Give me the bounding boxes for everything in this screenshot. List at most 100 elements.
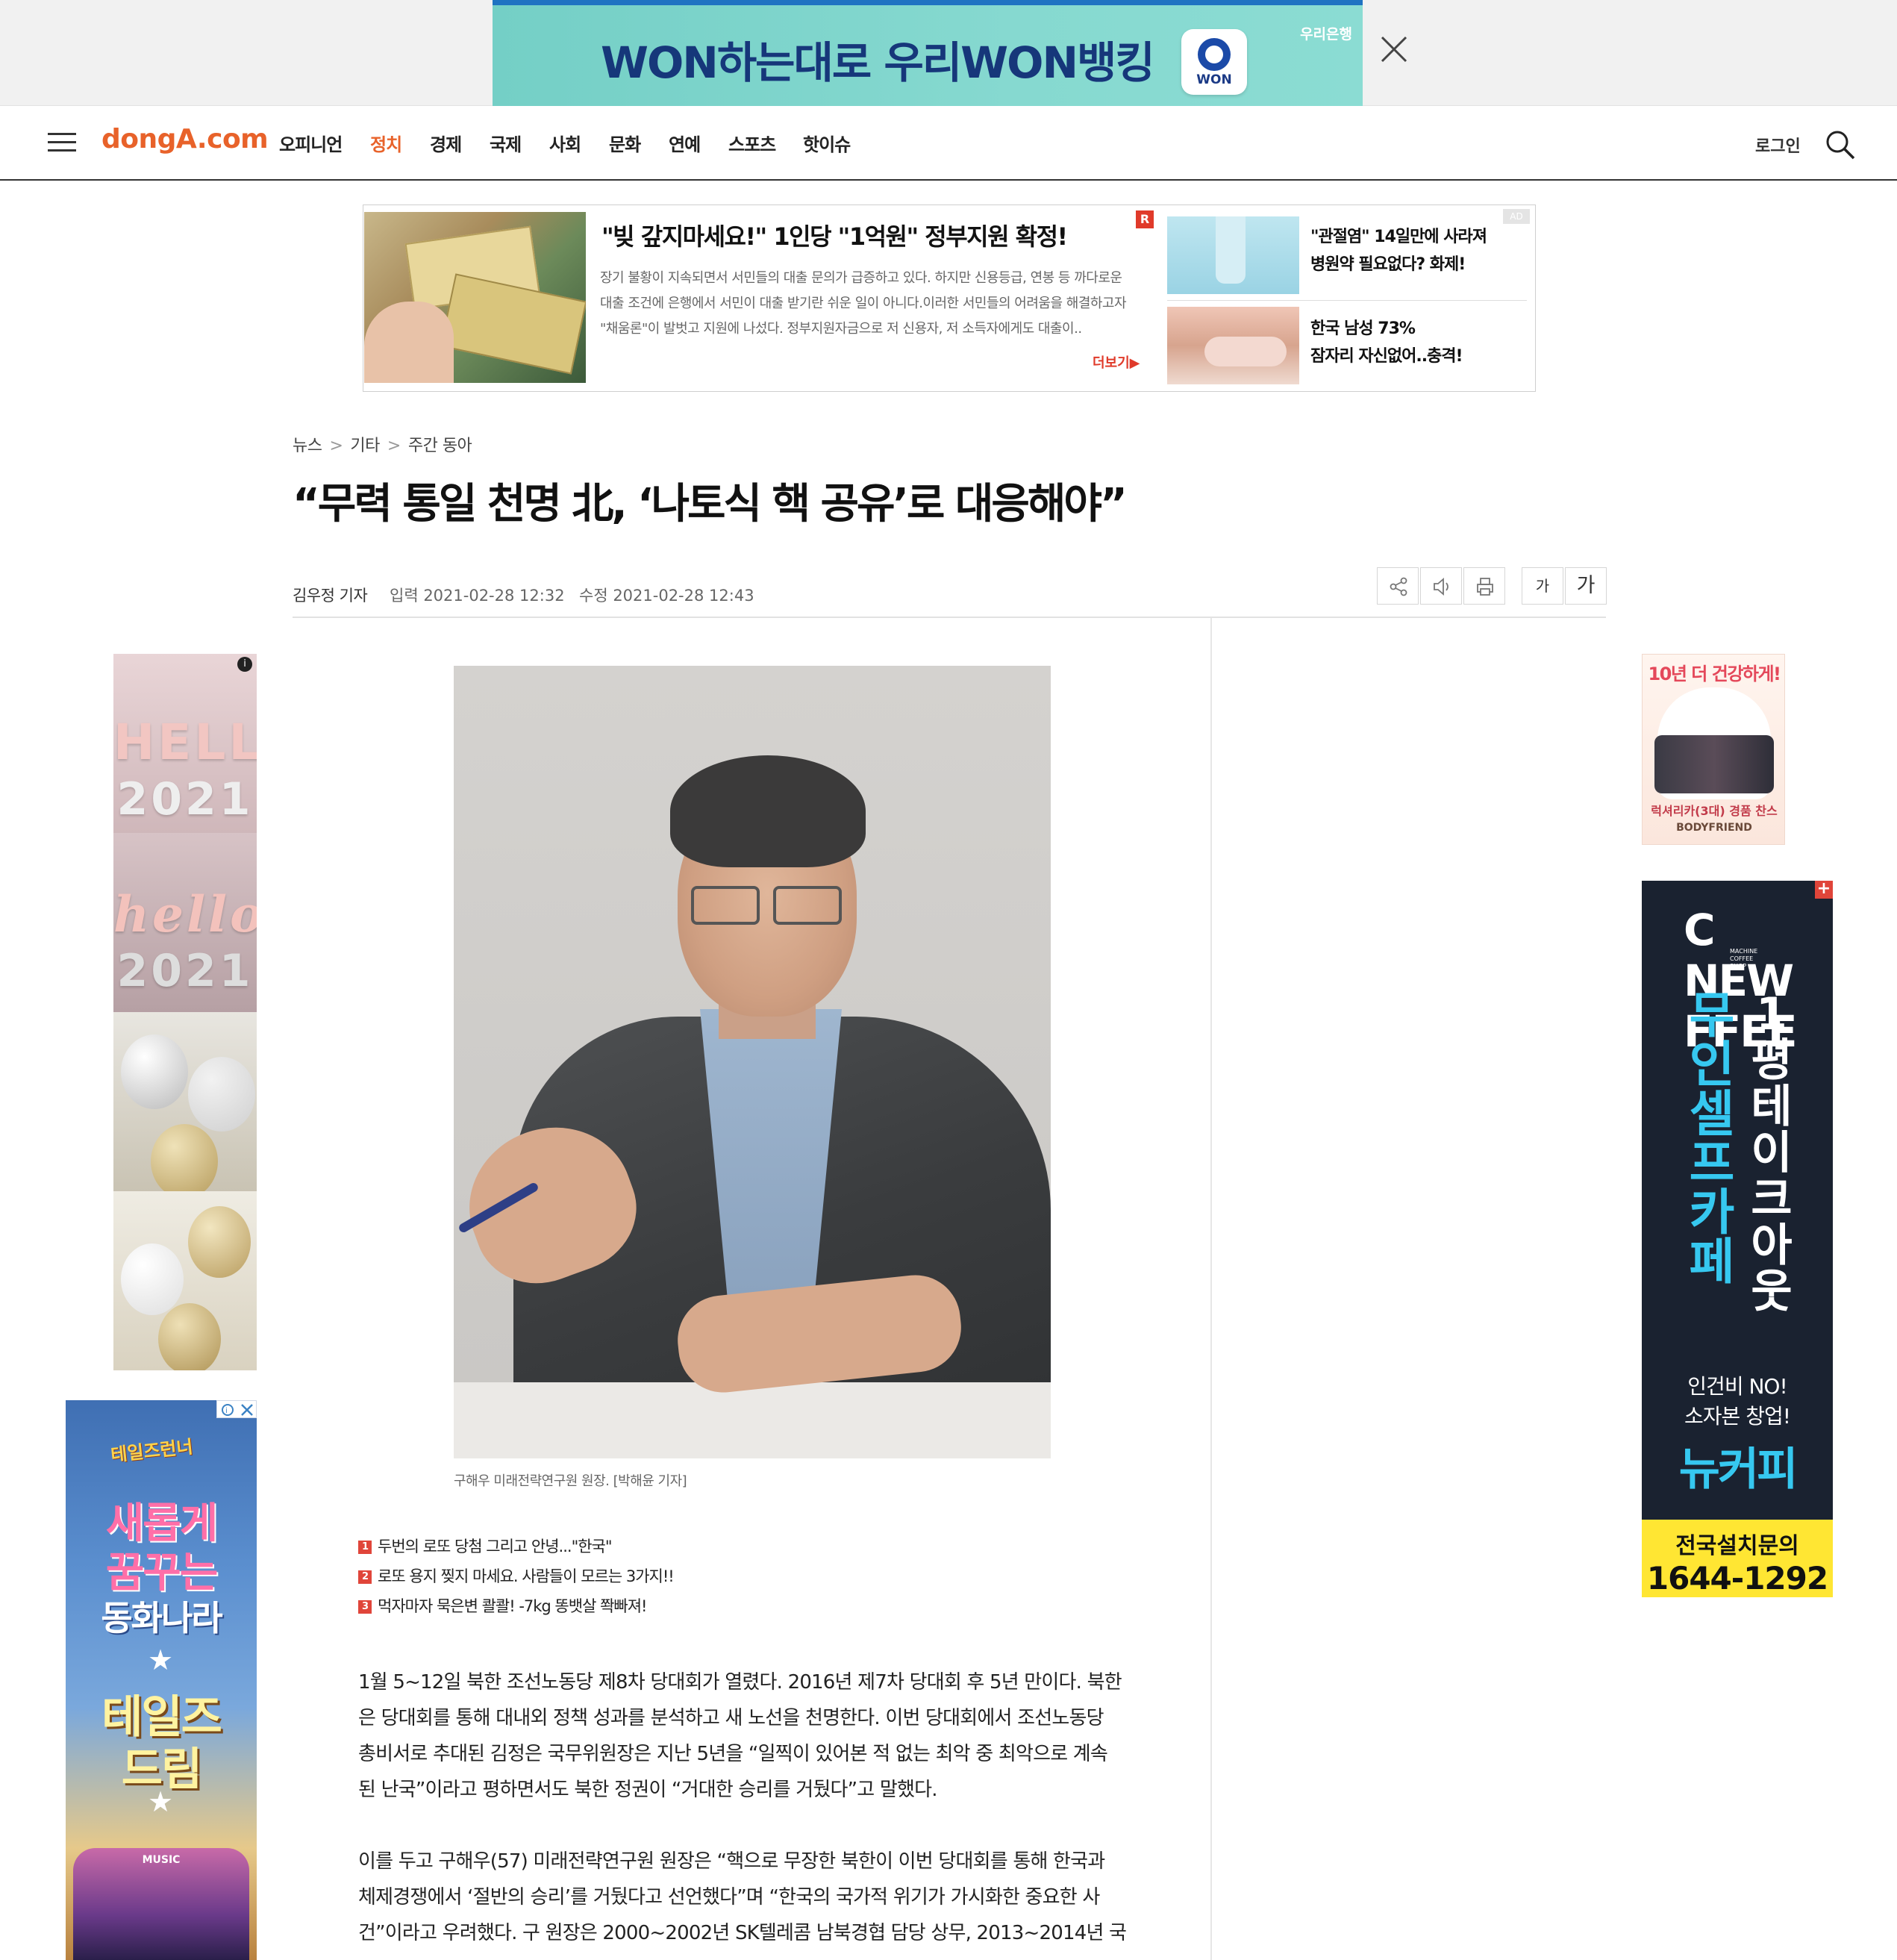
- native-ad-side-line[interactable]: 잠자리 자신없어..충격!: [1310, 343, 1463, 370]
- vertical-char: 이: [1751, 1127, 1793, 1179]
- native-ad-more-link[interactable]: 더보기▶: [1093, 352, 1140, 372]
- site-logo[interactable]: dongA.com: [101, 124, 269, 155]
- balloon-ad-text: 2021: [116, 945, 254, 997]
- native-ad-r-badge: R: [1136, 210, 1154, 228]
- article-line: 건”이라고 우려했다. 구 원장은 2000~2002년 SK텔레콤 남북경협 …: [358, 1922, 1127, 1944]
- article-line: 은 당대회를 통해 대내외 정책 성과를 분석하고 새 노선을 천명한다. 이번…: [358, 1707, 1104, 1729]
- related-num: 1: [358, 1541, 372, 1554]
- top-banner-ad[interactable]: WON하는대로 우리WON뱅킹 WON 우리은행: [493, 0, 1363, 106]
- breadcrumb-etc[interactable]: 기타: [350, 437, 380, 455]
- right-cafe-ad[interactable]: C NEW FFEE MACHINE COFFEE SHOP 무 인 셀 프 카…: [1642, 881, 1833, 1597]
- native-ad-side-thumb[interactable]: [1167, 216, 1299, 294]
- cafe-phone[interactable]: 1644-1292: [1642, 1560, 1833, 1597]
- health-ad-footer: 럭셔리카(3대) 경품 찬스: [1651, 804, 1778, 818]
- article-paragraph: 1월 5~12일 북한 조선노동당 제8차 당대회가 열렸다. 2016년 제7…: [358, 1664, 1149, 1808]
- nav-item-economy[interactable]: 경제: [430, 130, 462, 156]
- cafe-ad-vertical-text: 1 평 테 이 크 아 웃: [1742, 991, 1801, 1315]
- game-ad-text: 꿈꾸는: [105, 1549, 219, 1597]
- article-line: 총비서로 추대된 김정은 국무위원장은 지난 5년을 “일찍이 있어본 적 없는…: [358, 1743, 1108, 1765]
- group-photo: [1654, 735, 1774, 793]
- vertical-char: 크: [1751, 1173, 1793, 1226]
- native-ad-side-line[interactable]: 병원약 필요없다? 화제!: [1310, 251, 1466, 278]
- won-badge-label: WON: [1196, 72, 1232, 87]
- brand-sub-line: MACHINE: [1730, 948, 1758, 955]
- font-size-increase[interactable]: 가: [1565, 567, 1607, 605]
- login-link[interactable]: 로그인: [1755, 133, 1801, 157]
- cafe-ad-tagline: 인건비 NO! 소자본 창업!: [1642, 1372, 1833, 1432]
- native-ad-body[interactable]: 장기 불황이 지속되면서 서민들의 대출 문의가 급증하고 있다. 하지만 신용…: [600, 266, 1137, 342]
- share-icon: [1390, 577, 1407, 596]
- brand-sub-line: SHOP: [1730, 963, 1747, 970]
- native-ad-side-thumb[interactable]: [1167, 307, 1299, 384]
- nav-item-opinion[interactable]: 오피니언: [279, 130, 343, 156]
- vertical-char: 무: [1689, 987, 1735, 1044]
- svg-text:i: i: [225, 1407, 228, 1415]
- breadcrumb-news[interactable]: 뉴스: [293, 437, 322, 455]
- nav-item-politics[interactable]: 정치: [370, 130, 402, 156]
- author-byline[interactable]: 김우정 기자: [293, 584, 368, 606]
- related-num: 3: [358, 1600, 372, 1614]
- balloon-ad-text: 2021: [116, 773, 254, 825]
- left-game-ad[interactable]: 테일즈런너 새롭게 꿈꾸는 동화나라 ★ 테일즈 드림 ★ MUSIC: [66, 1400, 257, 1960]
- vertical-char: 셀: [1689, 1085, 1735, 1143]
- top-ad-headline: WON하는대로 우리WON뱅킹: [601, 37, 1155, 88]
- native-ad-side-line[interactable]: "관절염" 14일만에 사라져: [1310, 223, 1487, 251]
- breadcrumb: 뉴스 > 기타 > 주간 동아: [293, 437, 472, 455]
- listen-button[interactable]: [1420, 567, 1462, 605]
- photo-caption: 구해우 미래전략연구원 원장. [박해윤 기자]: [454, 1473, 687, 1489]
- top-ad-bank: 우리은행: [1300, 26, 1352, 43]
- nav-item-hot-issue[interactable]: 핫이슈: [803, 130, 851, 156]
- menu-icon[interactable]: [48, 133, 76, 152]
- related-link[interactable]: 1 두번의 로또 당첨 그리고 안녕..."한국": [358, 1535, 674, 1564]
- native-ad-image[interactable]: [364, 212, 586, 383]
- game-ad-text: 동화나라: [101, 1598, 222, 1638]
- article-title: “무력 통일 천명 北, ‘나토식 핵 공유’로 대응해야”: [293, 480, 1128, 528]
- share-button[interactable]: [1377, 567, 1419, 605]
- vertical-char: 프: [1689, 1135, 1735, 1192]
- vertical-char: 웃: [1751, 1266, 1793, 1318]
- brand-sub-line: COFFEE: [1730, 955, 1754, 962]
- related-link-text[interactable]: 먹자마자 묵은변 콸콸! -7kg 똥뱃살 쫙빠져!: [378, 1597, 647, 1615]
- health-ad-header: 10년 더 건강하게!: [1648, 664, 1781, 684]
- article-line: 된 난국”이라고 평하면서도 북한 정권이 “거대한 승리를 거뒀다”고 말했다…: [358, 1779, 937, 1801]
- nav-item-society[interactable]: 사회: [549, 130, 581, 156]
- search-icon[interactable]: [1824, 128, 1857, 161]
- article-line: 1월 5~12일 북한 조선노동당 제8차 당대회가 열렸다. 2016년 제7…: [358, 1671, 1122, 1694]
- cafe-ad-cta[interactable]: 전국설치문의 1644-1292: [1642, 1520, 1833, 1597]
- left-balloon-ad[interactable]: HELLO 2021 hello 2021: [113, 654, 257, 1370]
- nav-item-international[interactable]: 국제: [490, 130, 522, 156]
- close-icon[interactable]: [1379, 34, 1409, 64]
- related-links: 1 두번의 로또 당첨 그리고 안녕..."한국" 2 로또 용지 찢지 마세요. …: [358, 1535, 675, 1624]
- star-icon: ★: [148, 1785, 174, 1818]
- star-icon: ★: [148, 1644, 174, 1676]
- vertical-char: 페: [1689, 1233, 1735, 1290]
- font-size-decrease[interactable]: 가: [1522, 567, 1563, 605]
- won-app-icon: WON: [1181, 29, 1247, 95]
- header-divider: [293, 617, 1606, 618]
- nav-item-sports[interactable]: 스포츠: [728, 130, 776, 156]
- speaker-icon: [1434, 578, 1448, 596]
- breadcrumb-weekly-donga[interactable]: 주간 동아: [408, 437, 472, 455]
- ad-tag: AD: [1503, 209, 1530, 224]
- info-icon[interactable]: i: [237, 657, 252, 672]
- related-link-text[interactable]: 두번의 로또 당첨 그리고 안녕..."한국": [378, 1538, 613, 1555]
- vertical-char: 인: [1689, 1036, 1735, 1093]
- article-photo[interactable]: [454, 666, 1051, 1458]
- cafe-tag-line: 인건비 NO!: [1687, 1374, 1787, 1399]
- native-ad-title[interactable]: "빚 갚지마세요!" 1인당 "1억원" 정부지원 확정!: [601, 218, 1068, 252]
- cafe-ad-vertical-text: 무 인 셀 프 카 페: [1682, 991, 1742, 1287]
- print-icon: [1477, 578, 1493, 596]
- related-link-text[interactable]: 로또 용지 찢지 마세요. 사람들이 모르는 3가지!!: [378, 1567, 675, 1585]
- adchoices-icon[interactable]: i: [216, 1400, 257, 1418]
- plus-icon[interactable]: +: [1815, 881, 1833, 899]
- cafe-ad-name: 뉴커피: [1678, 1444, 1798, 1496]
- cafe-tag-line: 소자본 창업!: [1684, 1404, 1791, 1429]
- vertical-char: 카: [1689, 1184, 1735, 1241]
- related-link[interactable]: 3 먹자마자 묵은변 콸콸! -7kg 똥뱃살 쫙빠져!: [358, 1594, 674, 1624]
- nav-item-entertainment[interactable]: 연예: [669, 130, 701, 156]
- nav-item-culture[interactable]: 문화: [609, 130, 641, 156]
- right-health-ad[interactable]: 10년 더 건강하게! 럭셔리카(3대) 경품 찬스 BODYFRIEND: [1642, 654, 1785, 845]
- native-ad-side-line[interactable]: 한국 남성 73%: [1310, 315, 1416, 343]
- related-link[interactable]: 2 로또 용지 찢지 마세요. 사람들이 모르는 3가지!!: [358, 1564, 675, 1594]
- print-button[interactable]: [1463, 567, 1505, 605]
